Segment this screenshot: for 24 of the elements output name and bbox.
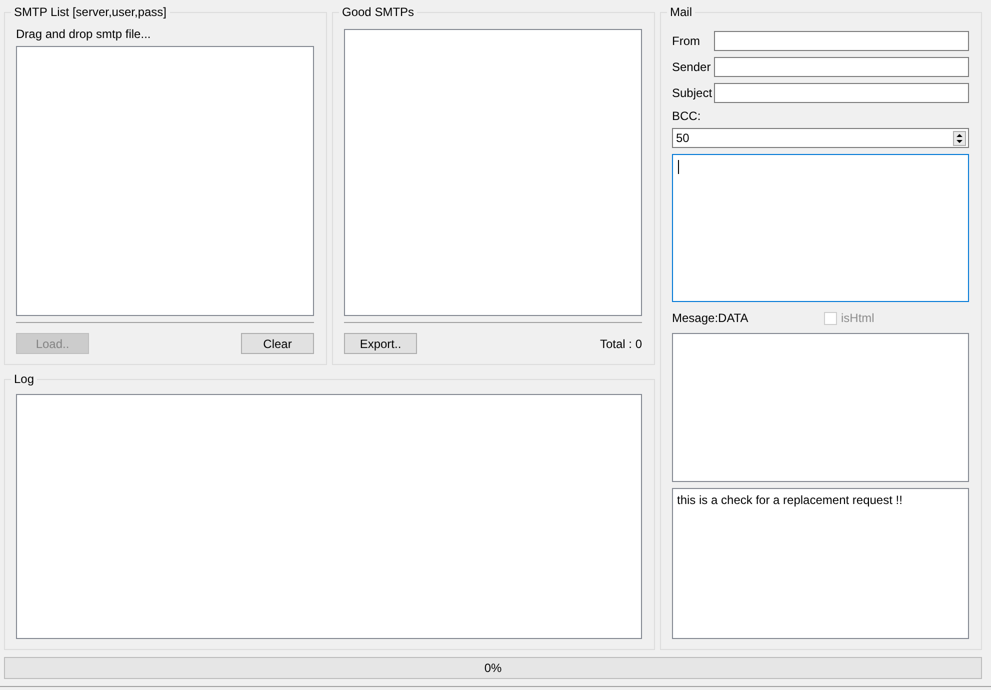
total-count: Total : 0 <box>600 336 642 350</box>
progress-text: 0% <box>484 661 502 675</box>
drop-hint: Drag and drop smtp file... <box>16 27 152 41</box>
text-cursor <box>678 160 679 174</box>
group-title: Good SMTPs <box>341 5 416 19</box>
recipients-box[interactable] <box>672 154 969 302</box>
field-label: Subject <box>672 86 714 100</box>
bcc-label: BCC: <box>672 109 702 123</box>
input-field[interactable] <box>714 31 969 51</box>
clear-button[interactable]: Clear <box>241 333 314 354</box>
input-field[interactable] <box>714 57 969 77</box>
message-box[interactable] <box>672 333 969 482</box>
body-box[interactable]: this is a check for a replacement request !! <box>672 488 969 639</box>
field-label: From <box>672 34 701 48</box>
export-button[interactable]: Export.. <box>344 333 417 354</box>
group-title: Mail <box>669 5 694 19</box>
group-title: Log <box>13 372 36 386</box>
field-label: Sender <box>672 60 712 74</box>
message-label: Mesage:DATA <box>672 311 750 325</box>
bcc-spinbox[interactable]: 50 <box>672 128 969 148</box>
input-field[interactable] <box>714 83 969 103</box>
body-text: this is a check for a replacement request !! <box>677 493 902 507</box>
group-title: SMTP List [server,user,pass] <box>13 5 168 19</box>
spin-arrows-icon[interactable] <box>953 130 966 146</box>
